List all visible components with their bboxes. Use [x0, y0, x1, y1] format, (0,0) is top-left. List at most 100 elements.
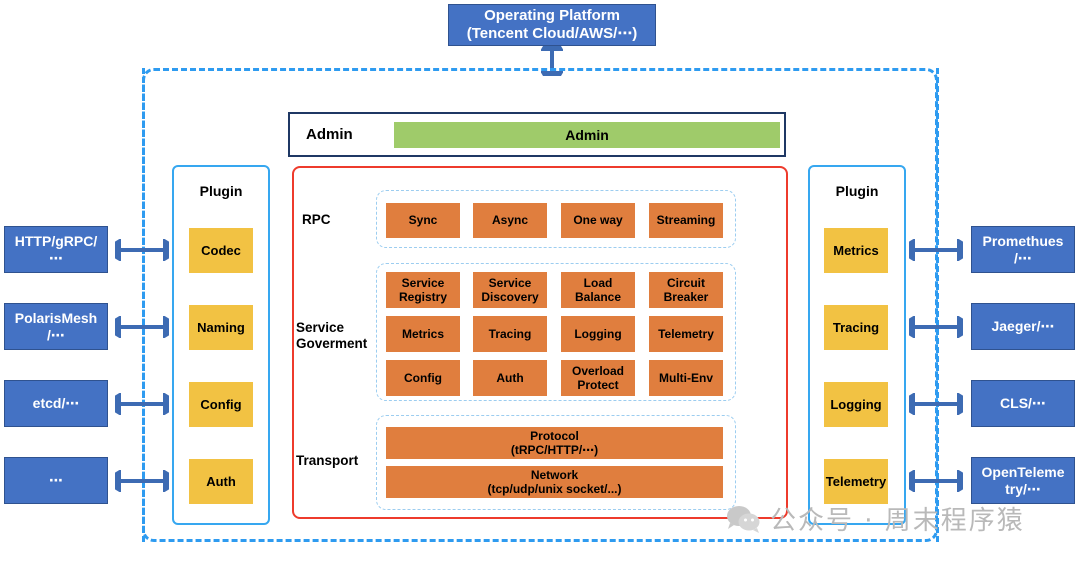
external-left-http-grpc[interactable]: HTTP/gRPC/ ⋯ [4, 226, 108, 273]
plugin-right-title: Plugin [835, 183, 879, 199]
transport-item-label-line2: (tRPC/HTTP/⋯) [510, 443, 599, 457]
operating-platform-line1: Operating Platform [484, 7, 620, 25]
sg-item-label-line1: Service [488, 275, 532, 290]
sg-item-label-line1: Overload [571, 363, 625, 378]
sg-item-overload-protect[interactable]: Overload Protect [561, 360, 635, 396]
plugin-left-item-label: Config [200, 396, 242, 412]
transport-item-label-line1: Network [530, 467, 579, 482]
external-left-arrow-4 [115, 470, 169, 492]
operating-platform-line2: (Tencent Cloud/AWS/⋯) [466, 25, 638, 42]
operating-platform-box[interactable]: Operating Platform (Tencent Cloud/AWS/⋯) [448, 4, 656, 46]
plugin-left-title: Plugin [199, 183, 243, 199]
transport-item-network[interactable]: Network (tcp/udp/unix socket/...) [386, 466, 723, 498]
rpc-item-async[interactable]: Async [473, 203, 547, 238]
external-left-label-line2: /⋯ [47, 326, 65, 343]
rpc-item-label: Sync [408, 213, 438, 228]
rpc-item-one-way[interactable]: One way [561, 203, 635, 238]
external-right-prometheus[interactable]: Promethues /⋯ [971, 226, 1075, 273]
rpc-item-streaming[interactable]: Streaming [649, 203, 723, 238]
external-left-label-line1: PolarisMesh [14, 309, 98, 326]
plugin-right-item-label: Logging [830, 396, 882, 412]
sg-item-label-line1: Auth [496, 370, 524, 385]
sg-item-label-line2: Balance [574, 290, 622, 304]
plugin-left-item-label: Auth [206, 473, 236, 489]
rpc-item-label: Async [491, 213, 529, 228]
plugin-right-item-label: Telemetry [825, 473, 887, 489]
sg-item-label-line1: Config [404, 370, 442, 385]
external-left-label-line1: HTTP/gRPC/ [14, 232, 98, 249]
external-left-arrow-3 [115, 393, 169, 415]
external-right-label-line1: CLS/⋯ [1000, 395, 1046, 412]
external-right-label-line1: OpenTeleme [981, 463, 1065, 480]
rpc-item-label: Streaming [656, 213, 716, 228]
sg-item-label-line1: Circuit [666, 275, 705, 290]
external-right-arrow-4 [909, 470, 963, 492]
external-left-polarismesh[interactable]: PolarisMesh /⋯ [4, 303, 108, 350]
plugin-left-item-config[interactable]: Config [189, 382, 253, 427]
admin-strip: Admin Admin [288, 112, 786, 157]
external-left-arrow-1 [115, 239, 169, 261]
external-right-arrow-1 [909, 239, 963, 261]
sg-item-auth[interactable]: Auth [473, 360, 547, 396]
transport-item-label-line2: (tcp/udp/unix socket/...) [487, 482, 622, 496]
sg-item-service-discovery[interactable]: Service Discovery [473, 272, 547, 308]
external-left-label-line2: ⋯ [49, 249, 63, 266]
sg-item-load-balance[interactable]: Load Balance [561, 272, 635, 308]
external-right-opentelemetry[interactable]: OpenTeleme try/⋯ [971, 457, 1075, 504]
external-left-label-line1: etcd/⋯ [32, 395, 80, 412]
external-right-label-line2: try/⋯ [1005, 480, 1041, 497]
rpc-item-label: One way [573, 213, 623, 228]
diagram-canvas: Operating Platform (Tencent Cloud/AWS/⋯)… [0, 0, 1080, 562]
service-goverment-label-line1: Service [296, 320, 345, 335]
plugin-right-item-logging[interactable]: Logging [824, 382, 888, 427]
sg-item-config[interactable]: Config [386, 360, 460, 396]
external-right-label-line1: Promethues [982, 232, 1064, 249]
sg-item-service-registry[interactable]: Service Registry [386, 272, 460, 308]
transport-group-label: Transport [296, 453, 359, 468]
transport-item-protocol[interactable]: Protocol (tRPC/HTTP/⋯) [386, 427, 723, 459]
sg-item-logging[interactable]: Logging [561, 316, 635, 352]
external-left-arrow-2 [115, 316, 169, 338]
external-right-label-line2: /⋯ [1014, 249, 1032, 266]
admin-row-label: Admin [306, 126, 353, 143]
external-left-label-line1: ⋯ [49, 472, 63, 489]
sg-item-label-line2: Discovery [481, 290, 539, 304]
sg-item-label-line1: Telemetry [658, 326, 714, 341]
sg-item-multi-env[interactable]: Multi-Env [649, 360, 723, 396]
external-right-arrow-3 [909, 393, 963, 415]
sg-item-telemetry[interactable]: Telemetry [649, 316, 723, 352]
sg-item-label-line1: Service [401, 275, 445, 290]
sg-item-label-line2: Registry [398, 290, 448, 304]
plugin-right-item-telemetry[interactable]: Telemetry [824, 459, 888, 504]
sg-item-tracing[interactable]: Tracing [473, 316, 547, 352]
sg-item-label-line1: Multi-Env [659, 370, 713, 385]
plugin-left-item-auth[interactable]: Auth [189, 459, 253, 504]
plugin-right-item-label: Metrics [833, 242, 879, 258]
plugin-left-item-label: Naming [197, 319, 245, 335]
plugin-right-item-label: Tracing [832, 319, 880, 335]
sg-item-label-line1: Metrics [401, 326, 445, 341]
admin-bar-label: Admin [565, 127, 609, 143]
external-right-jaeger[interactable]: Jaeger/⋯ [971, 303, 1075, 350]
sg-item-label-line2: Protect [577, 378, 619, 392]
sg-item-circuit-breaker[interactable]: Circuit Breaker [649, 272, 723, 308]
external-right-label-line1: Jaeger/⋯ [991, 318, 1055, 335]
service-goverment-group-label: Service Goverment [296, 320, 376, 352]
rpc-item-sync[interactable]: Sync [386, 203, 460, 238]
plugin-right-item-tracing[interactable]: Tracing [824, 305, 888, 350]
sg-item-label-line1: Load [583, 275, 613, 290]
sg-item-metrics[interactable]: Metrics [386, 316, 460, 352]
sg-item-label-line1: Logging [574, 326, 622, 341]
sg-item-label-line2: Breaker [663, 290, 709, 304]
transport-item-label-line1: Protocol [530, 428, 579, 443]
external-left-etcd[interactable]: etcd/⋯ [4, 380, 108, 427]
external-right-cls[interactable]: CLS/⋯ [971, 380, 1075, 427]
admin-bar[interactable]: Admin [394, 122, 780, 148]
plugin-right-item-metrics[interactable]: Metrics [824, 228, 888, 273]
plugin-left-item-codec[interactable]: Codec [189, 228, 253, 273]
sg-item-label-line1: Tracing [488, 326, 532, 341]
rpc-group-label: RPC [302, 212, 331, 227]
plugin-left-item-naming[interactable]: Naming [189, 305, 253, 350]
external-left-more[interactable]: ⋯ [4, 457, 108, 504]
plugin-left-item-label: Codec [201, 242, 241, 258]
